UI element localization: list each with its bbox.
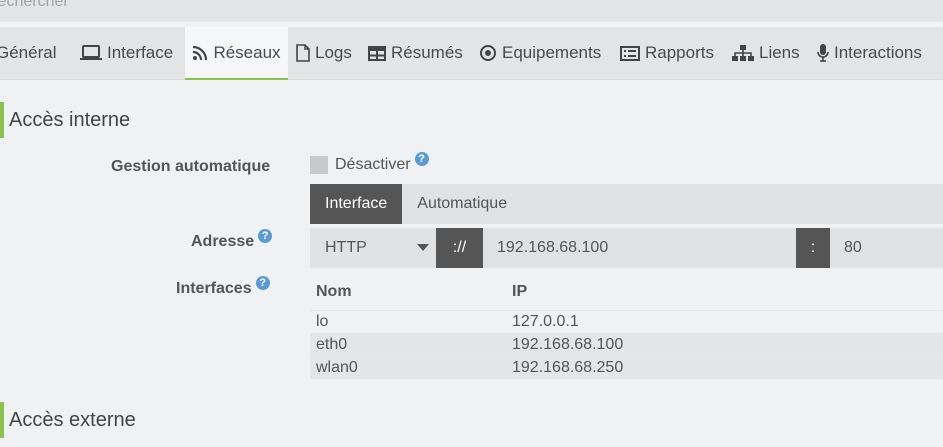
list-alt-icon: [620, 45, 640, 61]
table-header: Nom IP: [310, 278, 943, 306]
help-icon[interactable]: ?: [258, 229, 273, 243]
tab-label: Logs: [315, 43, 352, 62]
laptop-icon: [80, 45, 102, 60]
disable-checkbox-row: Désactiver ?: [310, 152, 429, 174]
tab-interactions[interactable]: Interactions: [817, 27, 922, 79]
interfaces-table: Nom IP lo 127.0.0.1 eth0 192.168.68.100 …: [310, 278, 943, 379]
tab-logs[interactable]: Logs: [296, 27, 352, 79]
address-label: Adresse ?: [191, 229, 273, 251]
column-header-nom: Nom: [316, 283, 352, 300]
interface-ip: 192.168.68.100: [512, 336, 624, 353]
section-acces-externe: Accès externe: [0, 402, 136, 438]
section-title: Accès externe: [9, 408, 136, 431]
port-input[interactable]: [830, 228, 943, 268]
microphone-icon: [817, 44, 829, 62]
table-row: lo 127.0.0.1: [310, 310, 943, 333]
interfaces-label: Interfaces ?: [176, 276, 270, 298]
interface-ip: 127.0.0.1: [512, 313, 579, 330]
mode-automatique-button[interactable]: Automatique: [402, 184, 522, 224]
rss-icon: [193, 45, 208, 60]
tab-label: Interactions: [834, 43, 922, 62]
tab-general[interactable]: Général: [0, 27, 56, 79]
table-row: wlan0 192.168.68.250: [310, 356, 943, 379]
address-group: HTTP :// :: [310, 228, 943, 268]
mode-selector: Interface Automatique: [310, 184, 943, 224]
tab-label: Rapports: [645, 43, 714, 62]
address-label-text: Adresse: [191, 233, 255, 250]
search-bar: [0, 0, 943, 22]
tab-liens[interactable]: Liens: [732, 27, 800, 79]
protocol-select[interactable]: HTTP: [310, 228, 436, 268]
interfaces-label-text: Interfaces: [176, 280, 252, 297]
module-tabs: Général Interface Réseaux Logs Résumés E…: [0, 27, 943, 80]
sitemap-icon: [732, 45, 754, 61]
help-icon[interactable]: ?: [414, 152, 429, 166]
tab-label: Réseaux: [213, 42, 281, 62]
disable-checkbox[interactable]: [310, 156, 328, 174]
caret-down-icon: [417, 244, 429, 251]
tab-label: Liens: [759, 43, 800, 62]
scheme-separator: ://: [436, 228, 483, 268]
interface-name: lo: [316, 313, 329, 330]
protocol-value: HTTP: [325, 239, 367, 256]
tab-label: Résumés: [391, 43, 463, 62]
tab-label: Général: [0, 43, 57, 62]
table-row: eth0 192.168.68.100: [310, 333, 943, 356]
search-input[interactable]: [0, 0, 586, 13]
tab-label: Equipements: [502, 43, 602, 62]
tab-resumes[interactable]: Résumés: [368, 27, 463, 79]
column-header-ip: IP: [512, 283, 528, 300]
interface-ip: 192.168.68.250: [512, 359, 624, 376]
section-title: Accès interne: [9, 108, 131, 131]
tab-interface[interactable]: Interface: [80, 27, 173, 79]
tab-label: Interface: [107, 43, 174, 62]
auto-management-label: Gestion automatique: [111, 158, 270, 176]
interface-name: wlan0: [316, 359, 358, 376]
mode-interface-button[interactable]: Interface: [310, 184, 403, 224]
port-separator: :: [796, 228, 830, 268]
auto-management-text: Gestion automatique: [111, 158, 271, 175]
file-icon: [296, 44, 310, 62]
disable-label: Désactiver: [335, 156, 411, 173]
tab-equipements[interactable]: Equipements: [479, 27, 601, 79]
interface-name: eth0: [316, 336, 348, 353]
ip-address-input[interactable]: [483, 228, 796, 268]
tab-reseaux[interactable]: Réseaux: [185, 27, 288, 80]
help-icon[interactable]: ?: [255, 276, 270, 290]
eye-icon: [480, 45, 496, 61]
tab-rapports[interactable]: Rapports: [620, 27, 714, 79]
section-acces-interne: Accès interne: [0, 102, 130, 138]
table-icon: [368, 45, 386, 61]
